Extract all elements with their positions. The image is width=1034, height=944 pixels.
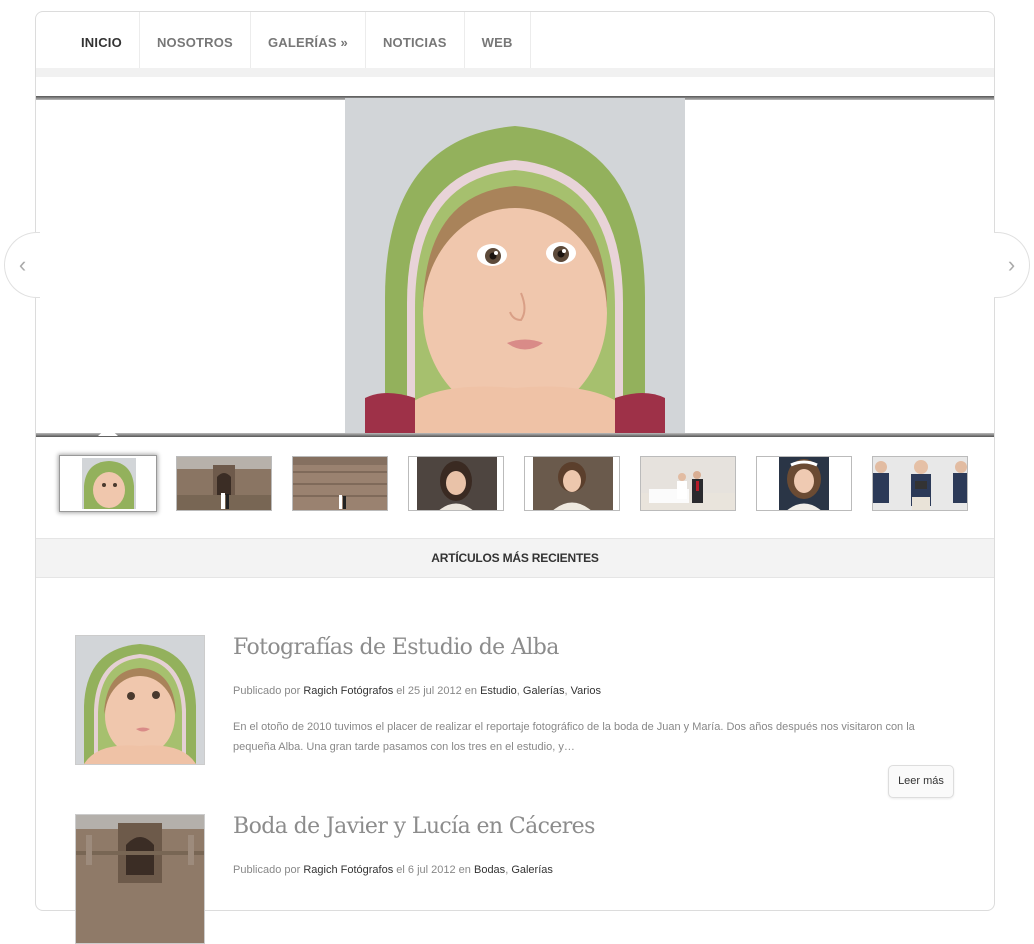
section-header-recent-articles: ARTÍCULOS MÁS RECIENTES	[36, 538, 994, 578]
post-author-link[interactable]: Ragich Fotógrafos	[303, 685, 393, 697]
nav-item-inicio[interactable]: INICIO	[64, 12, 140, 76]
chevron-right-icon: ›	[1007, 252, 1016, 277]
chevron-left-icon: ‹	[18, 252, 27, 277]
slider-thumbnails	[59, 455, 980, 512]
category-link-bodas[interactable]: Bodas	[474, 864, 505, 876]
post-thumbnail[interactable]	[75, 635, 205, 765]
nav-item-noticias[interactable]: NOTICIAS	[366, 12, 465, 76]
thumbnail-2[interactable]	[176, 456, 272, 511]
post-author-link[interactable]: Ragich Fotógrafos	[303, 864, 393, 876]
category-link-galerias[interactable]: Galerías	[511, 864, 553, 876]
baby-portrait-image	[345, 98, 685, 435]
thumbnail-8[interactable]	[872, 456, 968, 511]
slider-main-photo[interactable]	[345, 98, 685, 435]
nav-divider-strip	[36, 68, 994, 77]
thumbnail-3[interactable]	[292, 456, 388, 511]
thumbnail-5[interactable]	[524, 456, 620, 511]
category-link-varios[interactable]: Varios	[571, 685, 601, 697]
thumbnail-6[interactable]	[640, 456, 736, 511]
post-title[interactable]: Boda de Javier y Lucía en Cáceres	[233, 814, 595, 839]
post-item: Fotografías de Estudio de Alba Publicado…	[75, 635, 955, 805]
post-excerpt: En el otoño de 2010 tuvimos el placer de…	[233, 721, 915, 753]
post-title[interactable]: Fotografías de Estudio de Alba	[233, 635, 559, 660]
post-thumbnail[interactable]	[75, 814, 205, 944]
nav-item-nosotros[interactable]: NOSOTROS	[140, 12, 251, 76]
post-item: Boda de Javier y Lucía en Cáceres Public…	[75, 814, 955, 944]
thumbnail-7[interactable]	[756, 456, 852, 511]
page-container: INICIO NOSOTROS GALERÍAS » NOTICIAS WEB	[35, 11, 995, 944]
main-nav: INICIO NOSOTROS GALERÍAS » NOTICIAS WEB	[36, 12, 994, 76]
nav-item-web[interactable]: WEB	[465, 12, 531, 76]
post-meta: Publicado por Ragich Fotógrafos el 6 jul…	[233, 864, 553, 876]
thumbnail-4[interactable]	[408, 456, 504, 511]
image-slider	[36, 96, 994, 437]
slider-bottom-bar	[36, 433, 994, 437]
post-meta: Publicado por Ragich Fotógrafos el 25 ju…	[233, 685, 601, 697]
nav-item-galerias[interactable]: GALERÍAS »	[251, 12, 366, 76]
read-more-button[interactable]: Leer más	[888, 765, 954, 798]
thumbnail-1[interactable]	[59, 455, 157, 512]
category-link-galerias[interactable]: Galerías	[523, 685, 565, 697]
slider-next-button[interactable]: ›	[994, 232, 1030, 298]
category-link-estudio[interactable]: Estudio	[480, 685, 517, 697]
thumb-pointer	[98, 427, 118, 436]
slider-prev-button[interactable]: ‹	[4, 232, 40, 298]
